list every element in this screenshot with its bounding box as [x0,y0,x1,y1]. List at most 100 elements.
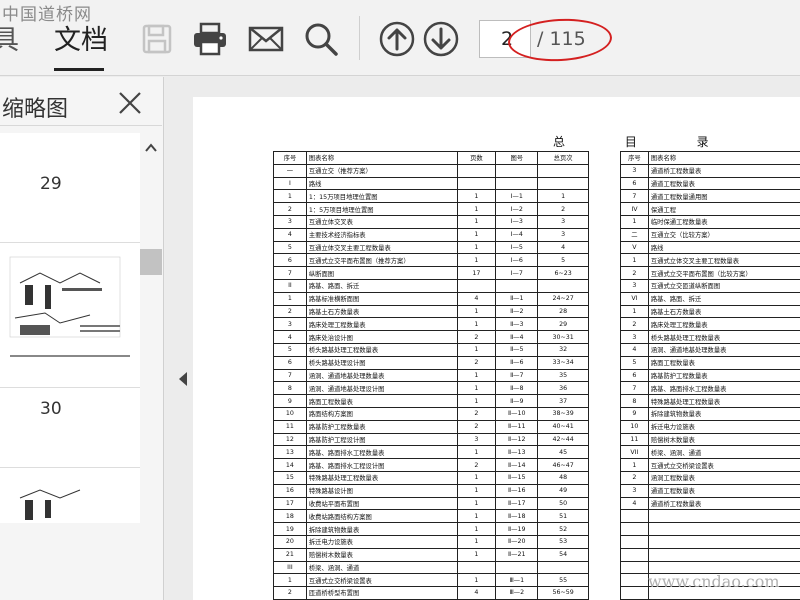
table-cell: 29 [537,317,589,332]
table-cell: Ⅰ—6 [495,253,539,268]
table-cell: Ⅱ—14 [495,458,539,472]
table-cell: 路基防护工程数量表 [647,368,800,383]
page-down-icon[interactable] [422,20,460,58]
table-row: 21 赔偿树木数量表 1 Ⅱ—21 54 [273,547,589,562]
table-cell: Ⅱ—18 [495,509,539,524]
table-cell: 涵洞、通道地基处理数量表 [647,342,800,357]
table-cell: 1 [620,214,649,229]
table-cell: 2 [456,419,497,434]
table-cell: 2 [456,355,497,370]
table-row: 10 路面结构方案图 2 Ⅱ—10 38~39 [273,406,589,421]
pdf-viewer-window: 具 文档 中国道桥网 2 / 115 缩略图 29 30 总 目 录 序号 图表… [0,0,800,600]
table-cell: 互通式立体交叉主要工程数量表 [647,253,800,268]
table-row: 7 涵洞、通道地基处理数量表 1 Ⅱ—7 35 [273,368,589,383]
table-row: 4 通道桥工程数量表 [620,496,800,511]
table-cell: Ⅱ—11 [495,419,539,434]
table-cell: 10 [273,406,307,421]
panel-divider [0,125,162,126]
watermark-text: www.cndao.com [648,572,780,591]
table-row: 15 特殊路基处理工程数量表 1 Ⅱ—15 48 [273,470,589,485]
table-row [620,522,800,536]
table-cell: 6 [620,176,649,191]
table-row [620,534,800,549]
print-icon[interactable] [191,20,229,58]
table-cell: 互通式立交桥梁设置表 [647,458,800,472]
table-cell: 路基、路面、拆迁 [647,291,800,306]
table-cell: 1 [456,189,497,204]
table-cell: 54 [537,547,589,562]
table-cell: 2 [620,470,649,485]
table-cell: Ⅰ—2 [495,202,539,216]
table-cell [620,522,649,536]
table-cell: 1 [456,240,497,255]
table-row: 5 路面工程数量表 [620,355,800,370]
table-row: 3 通道桥工程数量表 [620,163,800,178]
table-cell: Ⅱ—13 [495,445,539,460]
table-cell: 4 [620,342,649,357]
thumbnail-list[interactable]: 29 30 [0,133,140,523]
table-cell: 桥头路基处理工程数量表 [305,342,458,357]
table-cell: 19 [273,522,307,536]
table-row: 14 路基、路面排水工程设计图 2 Ⅱ—14 46~47 [273,458,589,472]
search-icon[interactable] [302,20,340,58]
table-cell: 1 [456,214,497,229]
document-viewport[interactable]: 总 目 录 序号 图表名称 页数 图号 总页次 一互通立交（推荐方案） I 路线 1 1… [165,77,800,600]
toc-table-left: 序号 图表名称 页数 图号 总页次 一互通立交（推荐方案） I 路线 1 1：15万项目… [273,151,589,600]
table-cell [620,547,649,562]
toolbar-separator [359,16,360,60]
chevron-up-icon[interactable] [144,139,158,152]
table-header-row: 序号 图表名称 [620,151,800,165]
table-row: VI 路基、路面、拆迁 [620,291,800,306]
save-icon[interactable] [138,20,176,58]
table-cell: 14 [273,458,307,472]
table-row: I 路线 [273,176,589,191]
table-cell: 46~47 [537,458,589,472]
column-header: 图号 [495,151,539,165]
table-row: 5 桥头路基处理工程数量表 1 Ⅱ—5 32 [273,342,589,357]
table-cell: III [273,560,307,575]
table-header-row: 序号 图表名称 页数 图号 总页次 [273,151,589,165]
table-cell: 37 [537,394,589,408]
table-cell: 路床处理工程数量表 [305,317,458,332]
table-cell: 56~59 [537,586,589,600]
thumbnail-scrollbar[interactable] [140,133,162,523]
table-cell: 1 [620,458,649,472]
table-row: 一互通立交（推荐方案） [273,163,589,178]
table-cell: 互通式立交匝道纵断面图 [647,278,800,293]
table-cell: 9 [620,406,649,421]
table-cell: 桥头路基处理工程数量表 [647,330,800,344]
table-cell: Ⅱ—16 [495,483,539,498]
close-icon[interactable] [116,89,144,117]
table-cell: 桥梁、涵洞、通道 [305,560,458,575]
thumbnail-page[interactable] [0,467,140,523]
email-icon[interactable] [247,20,285,58]
table-cell: 15 [273,470,307,485]
table-cell: 收费站平面布置图 [305,496,458,511]
table-cell: 1 [456,573,497,588]
table-cell: 4 [537,240,589,255]
table-cell [537,176,589,191]
table-cell: Ⅱ—20 [495,534,539,549]
table-cell [537,163,589,178]
table-cell: 13 [273,445,307,460]
scrollbar-thumb[interactable] [140,249,162,275]
table-cell: 互通立体交叉主要工程数量表 [305,240,458,255]
table-cell: Ⅰ—4 [495,227,539,242]
table-cell [495,176,539,191]
table-row: 6 互通式立交平面布置图（推荐方案） 1 Ⅰ—6 5 [273,253,589,268]
table-cell: 11 [620,432,649,447]
thumbnail-page[interactable] [0,242,140,388]
table-cell: 路面工程数量表 [305,394,458,408]
table-cell: 11 [273,419,307,434]
collapse-panel-icon[interactable] [177,371,189,387]
table-cell: 互通式立交平面布置图（推荐方案） [305,253,458,268]
table-cell: 3 [620,163,649,178]
table-cell: 路线 [647,240,800,255]
page-up-icon[interactable] [378,20,416,58]
table-cell: 7 [273,368,307,383]
table-cell: 9 [273,394,307,408]
table-cell: 互通立交（推荐方案） [305,163,458,178]
table-cell: 2 [456,458,497,472]
table-cell: 1 [456,317,497,332]
table-cell: 42~44 [537,432,589,447]
